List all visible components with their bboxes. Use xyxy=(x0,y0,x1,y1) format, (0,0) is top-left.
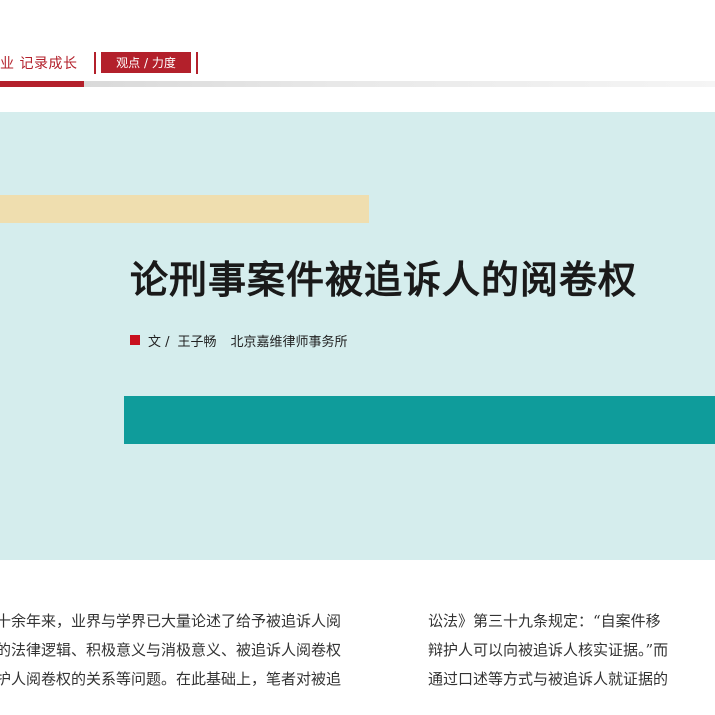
header-slogan: 业 记录成长 xyxy=(0,56,78,72)
article-body: 十余年来，业界与学界已大量论述了给予被追诉人阅 的法律逻辑、积极意义与消极意义、… xyxy=(0,560,715,715)
byline-prefix: 文 / xyxy=(148,334,170,350)
body-line: 辩护人可以向被追诉人核实证据。”而 xyxy=(428,641,669,659)
body-line: 十余年来，业界与学界已大量论述了给予被追诉人阅 xyxy=(0,612,342,630)
byline-square-icon xyxy=(130,335,140,345)
byline-author: 王子畅 xyxy=(177,334,217,350)
body-line: 的法律逻辑、积极意义与消极意义、被追诉人阅卷权 xyxy=(0,641,342,659)
header-divider xyxy=(196,52,198,74)
byline-organization: 北京嘉维律师事务所 xyxy=(230,334,348,350)
body-line: 通过口述等方式与被追诉人就证据的 xyxy=(428,670,669,688)
article-title: 论刑事案件被追诉人的阅卷权 xyxy=(130,258,638,302)
section-tag[interactable]: 观点 / 力度 xyxy=(101,52,191,73)
body-column-right: 讼法》第三十九条规定：“自案件移 辩护人可以向被追诉人核实证据。”而 通过口述等… xyxy=(428,607,715,694)
header-rule xyxy=(84,81,715,87)
decorative-teal-band xyxy=(124,396,715,444)
byline: 文 / 王子畅 北京嘉维律师事务所 xyxy=(130,331,348,350)
body-line: 讼法》第三十九条规定：“自案件移 xyxy=(428,612,661,630)
body-column-left: 十余年来，业界与学界已大量论述了给予被追诉人阅 的法律逻辑、积极意义与消极意义、… xyxy=(0,607,406,694)
article-cover: 论刑事案件被追诉人的阅卷权 文 / 王子畅 北京嘉维律师事务所 xyxy=(0,112,715,560)
header-divider xyxy=(94,52,96,74)
header-accent-bar xyxy=(0,81,84,87)
body-line: 护人阅卷权的关系等问题。在此基础上，笔者对被追 xyxy=(0,670,342,688)
magazine-header: 业 记录成长 观点 / 力度 xyxy=(0,0,715,112)
decorative-beige-bar xyxy=(0,195,369,223)
